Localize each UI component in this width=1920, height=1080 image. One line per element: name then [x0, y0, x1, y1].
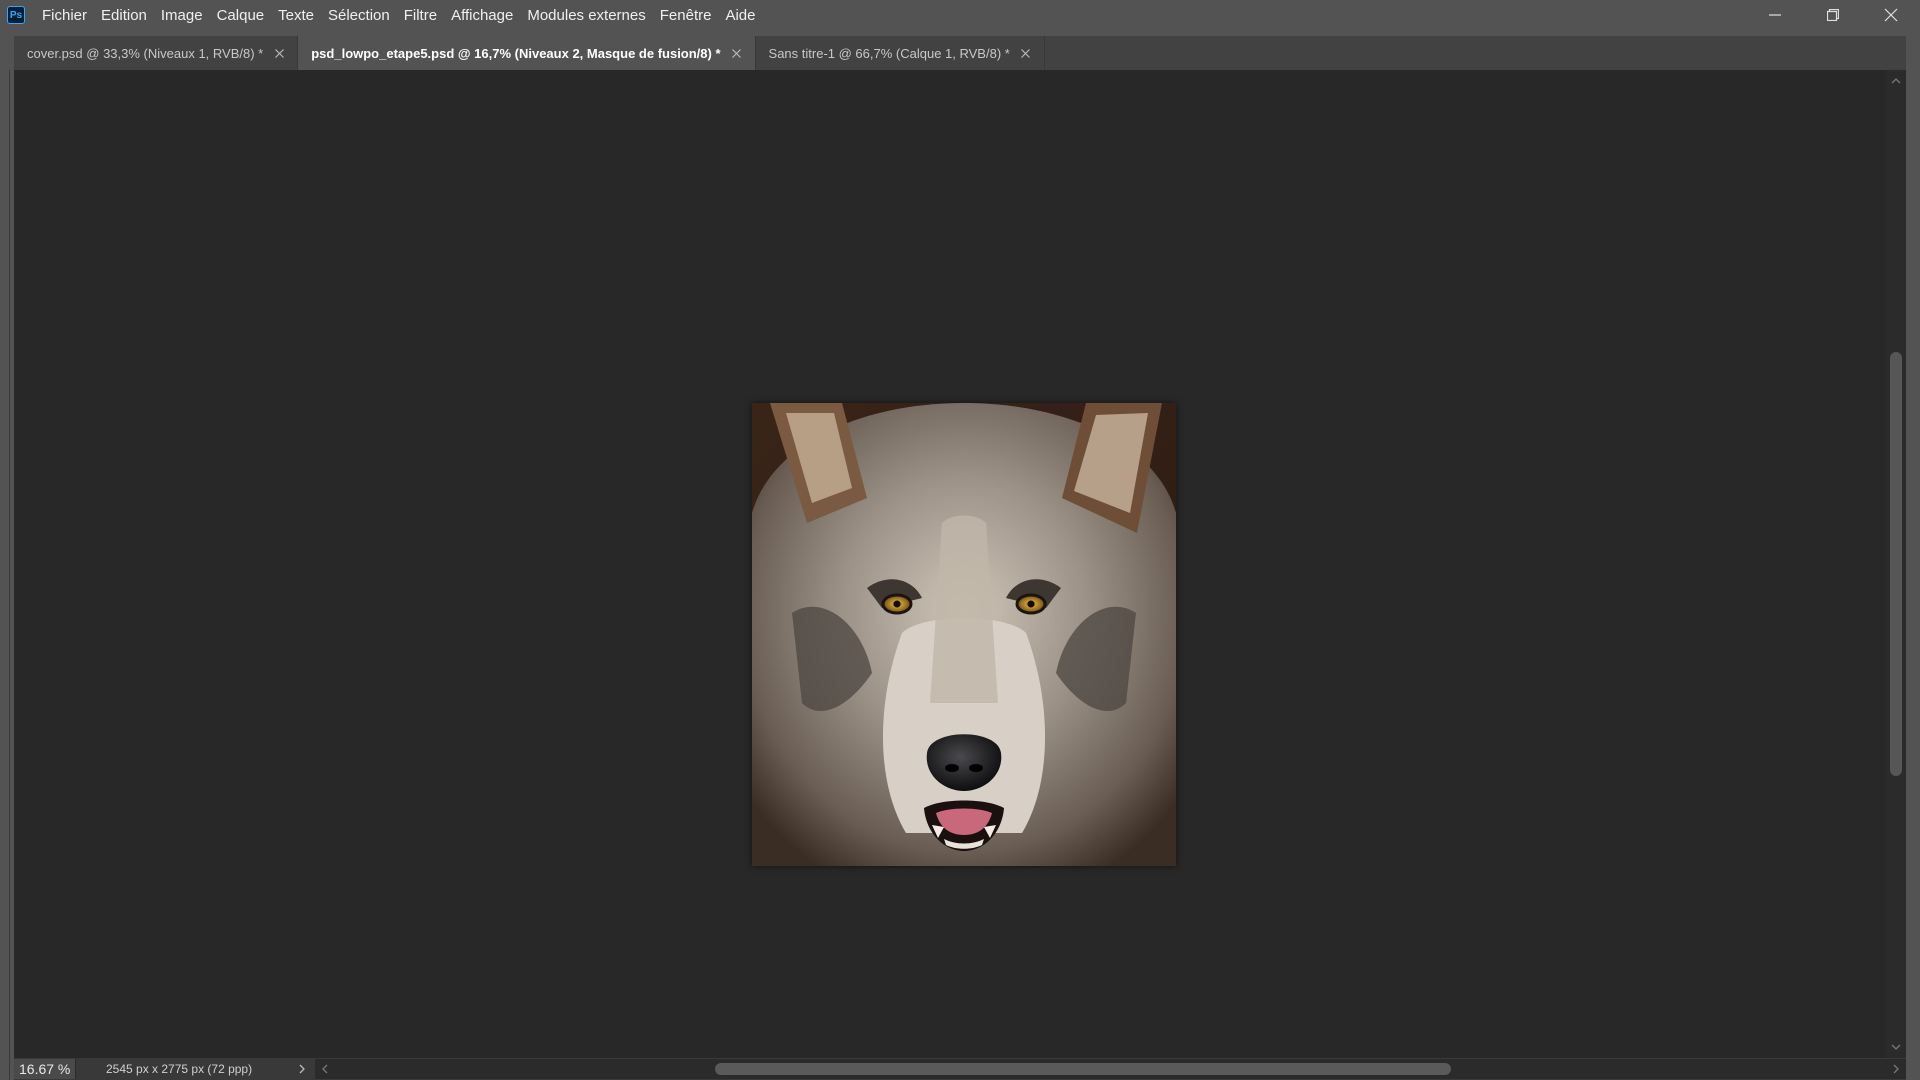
- chevron-up-icon: [1891, 78, 1901, 84]
- horizontal-scroll-thumb[interactable]: [715, 1063, 1451, 1075]
- menu-selection[interactable]: Sélection: [321, 0, 397, 30]
- restore-button[interactable]: [1804, 0, 1862, 30]
- scroll-up-button[interactable]: [1886, 72, 1906, 90]
- menu-aide[interactable]: Aide: [718, 0, 762, 30]
- document-tab-bar: cover.psd @ 33,3% (Niveaux 1, RVB/8) * p…: [14, 36, 1906, 70]
- menu-texte[interactable]: Texte: [271, 0, 321, 30]
- scroll-left-button[interactable]: [315, 1059, 335, 1079]
- chevron-down-icon: [1891, 1044, 1901, 1050]
- tab-label: Sans titre-1 @ 66,7% (Calque 1, RVB/8) *: [768, 45, 1010, 61]
- close-icon: [274, 48, 284, 58]
- status-menu-button[interactable]: [291, 1059, 313, 1079]
- close-icon: [1021, 48, 1031, 58]
- tab-psd-lowpo-etape5[interactable]: psd_lowpo_etape5.psd @ 16,7% (Niveaux 2,…: [298, 36, 756, 70]
- tab-close-button[interactable]: [1020, 47, 1032, 59]
- menu-edition[interactable]: Edition: [94, 0, 154, 30]
- vertical-scroll-thumb[interactable]: [1890, 352, 1902, 776]
- close-icon: [732, 48, 741, 58]
- vertical-scrollbar[interactable]: [1886, 70, 1906, 1058]
- menu-bar: Ps Fichier Edition Image Calque Texte Sé…: [0, 0, 1920, 30]
- close-icon: [1884, 8, 1898, 22]
- menu-modules-externes[interactable]: Modules externes: [520, 0, 652, 30]
- chevron-left-icon: [322, 1064, 328, 1074]
- window-controls: [1746, 0, 1920, 30]
- chevron-right-icon: [299, 1064, 305, 1074]
- wolf-image: [752, 403, 1176, 866]
- tab-label: psd_lowpo_etape5.psd @ 16,7% (Niveaux 2,…: [311, 45, 721, 61]
- minimize-button[interactable]: [1746, 0, 1804, 30]
- wolf-portrait-image[interactable]: [752, 403, 1176, 866]
- scroll-down-button[interactable]: [1886, 1038, 1906, 1056]
- scroll-right-button[interactable]: [1886, 1059, 1906, 1079]
- menu-filtre[interactable]: Filtre: [397, 0, 444, 30]
- left-gutter: [0, 30, 14, 1080]
- horizontal-scrollbar[interactable]: [315, 1059, 1906, 1079]
- close-window-button[interactable]: [1862, 0, 1920, 30]
- tab-label: cover.psd @ 33,3% (Niveaux 1, RVB/8) *: [27, 45, 264, 61]
- tab-sans-titre-1[interactable]: Sans titre-1 @ 66,7% (Calque 1, RVB/8) *: [755, 36, 1045, 70]
- minimize-icon: [1769, 14, 1781, 16]
- document-info: 2545 px x 2775 px (72 ppp): [106, 1062, 253, 1076]
- tab-cover[interactable]: cover.psd @ 33,3% (Niveaux 1, RVB/8) *: [14, 36, 299, 70]
- menu-affichage[interactable]: Affichage: [444, 0, 520, 30]
- menu-fichier[interactable]: Fichier: [35, 0, 94, 30]
- status-bar: 16.67 % 2545 px x 2775 px (72 ppp): [14, 1058, 1906, 1080]
- document-canvas-area[interactable]: [14, 70, 1886, 1058]
- photoshop-logo-icon: Ps: [7, 6, 25, 24]
- chevron-right-icon: [1893, 1064, 1899, 1074]
- menu-image[interactable]: Image: [154, 0, 210, 30]
- zoom-level-field[interactable]: 16.67 %: [14, 1059, 76, 1079]
- menu-calque[interactable]: Calque: [210, 0, 272, 30]
- tab-close-button[interactable]: [273, 47, 285, 59]
- restore-icon: [1827, 9, 1839, 21]
- tab-close-button[interactable]: [731, 47, 743, 59]
- menu-fenetre[interactable]: Fenêtre: [653, 0, 719, 30]
